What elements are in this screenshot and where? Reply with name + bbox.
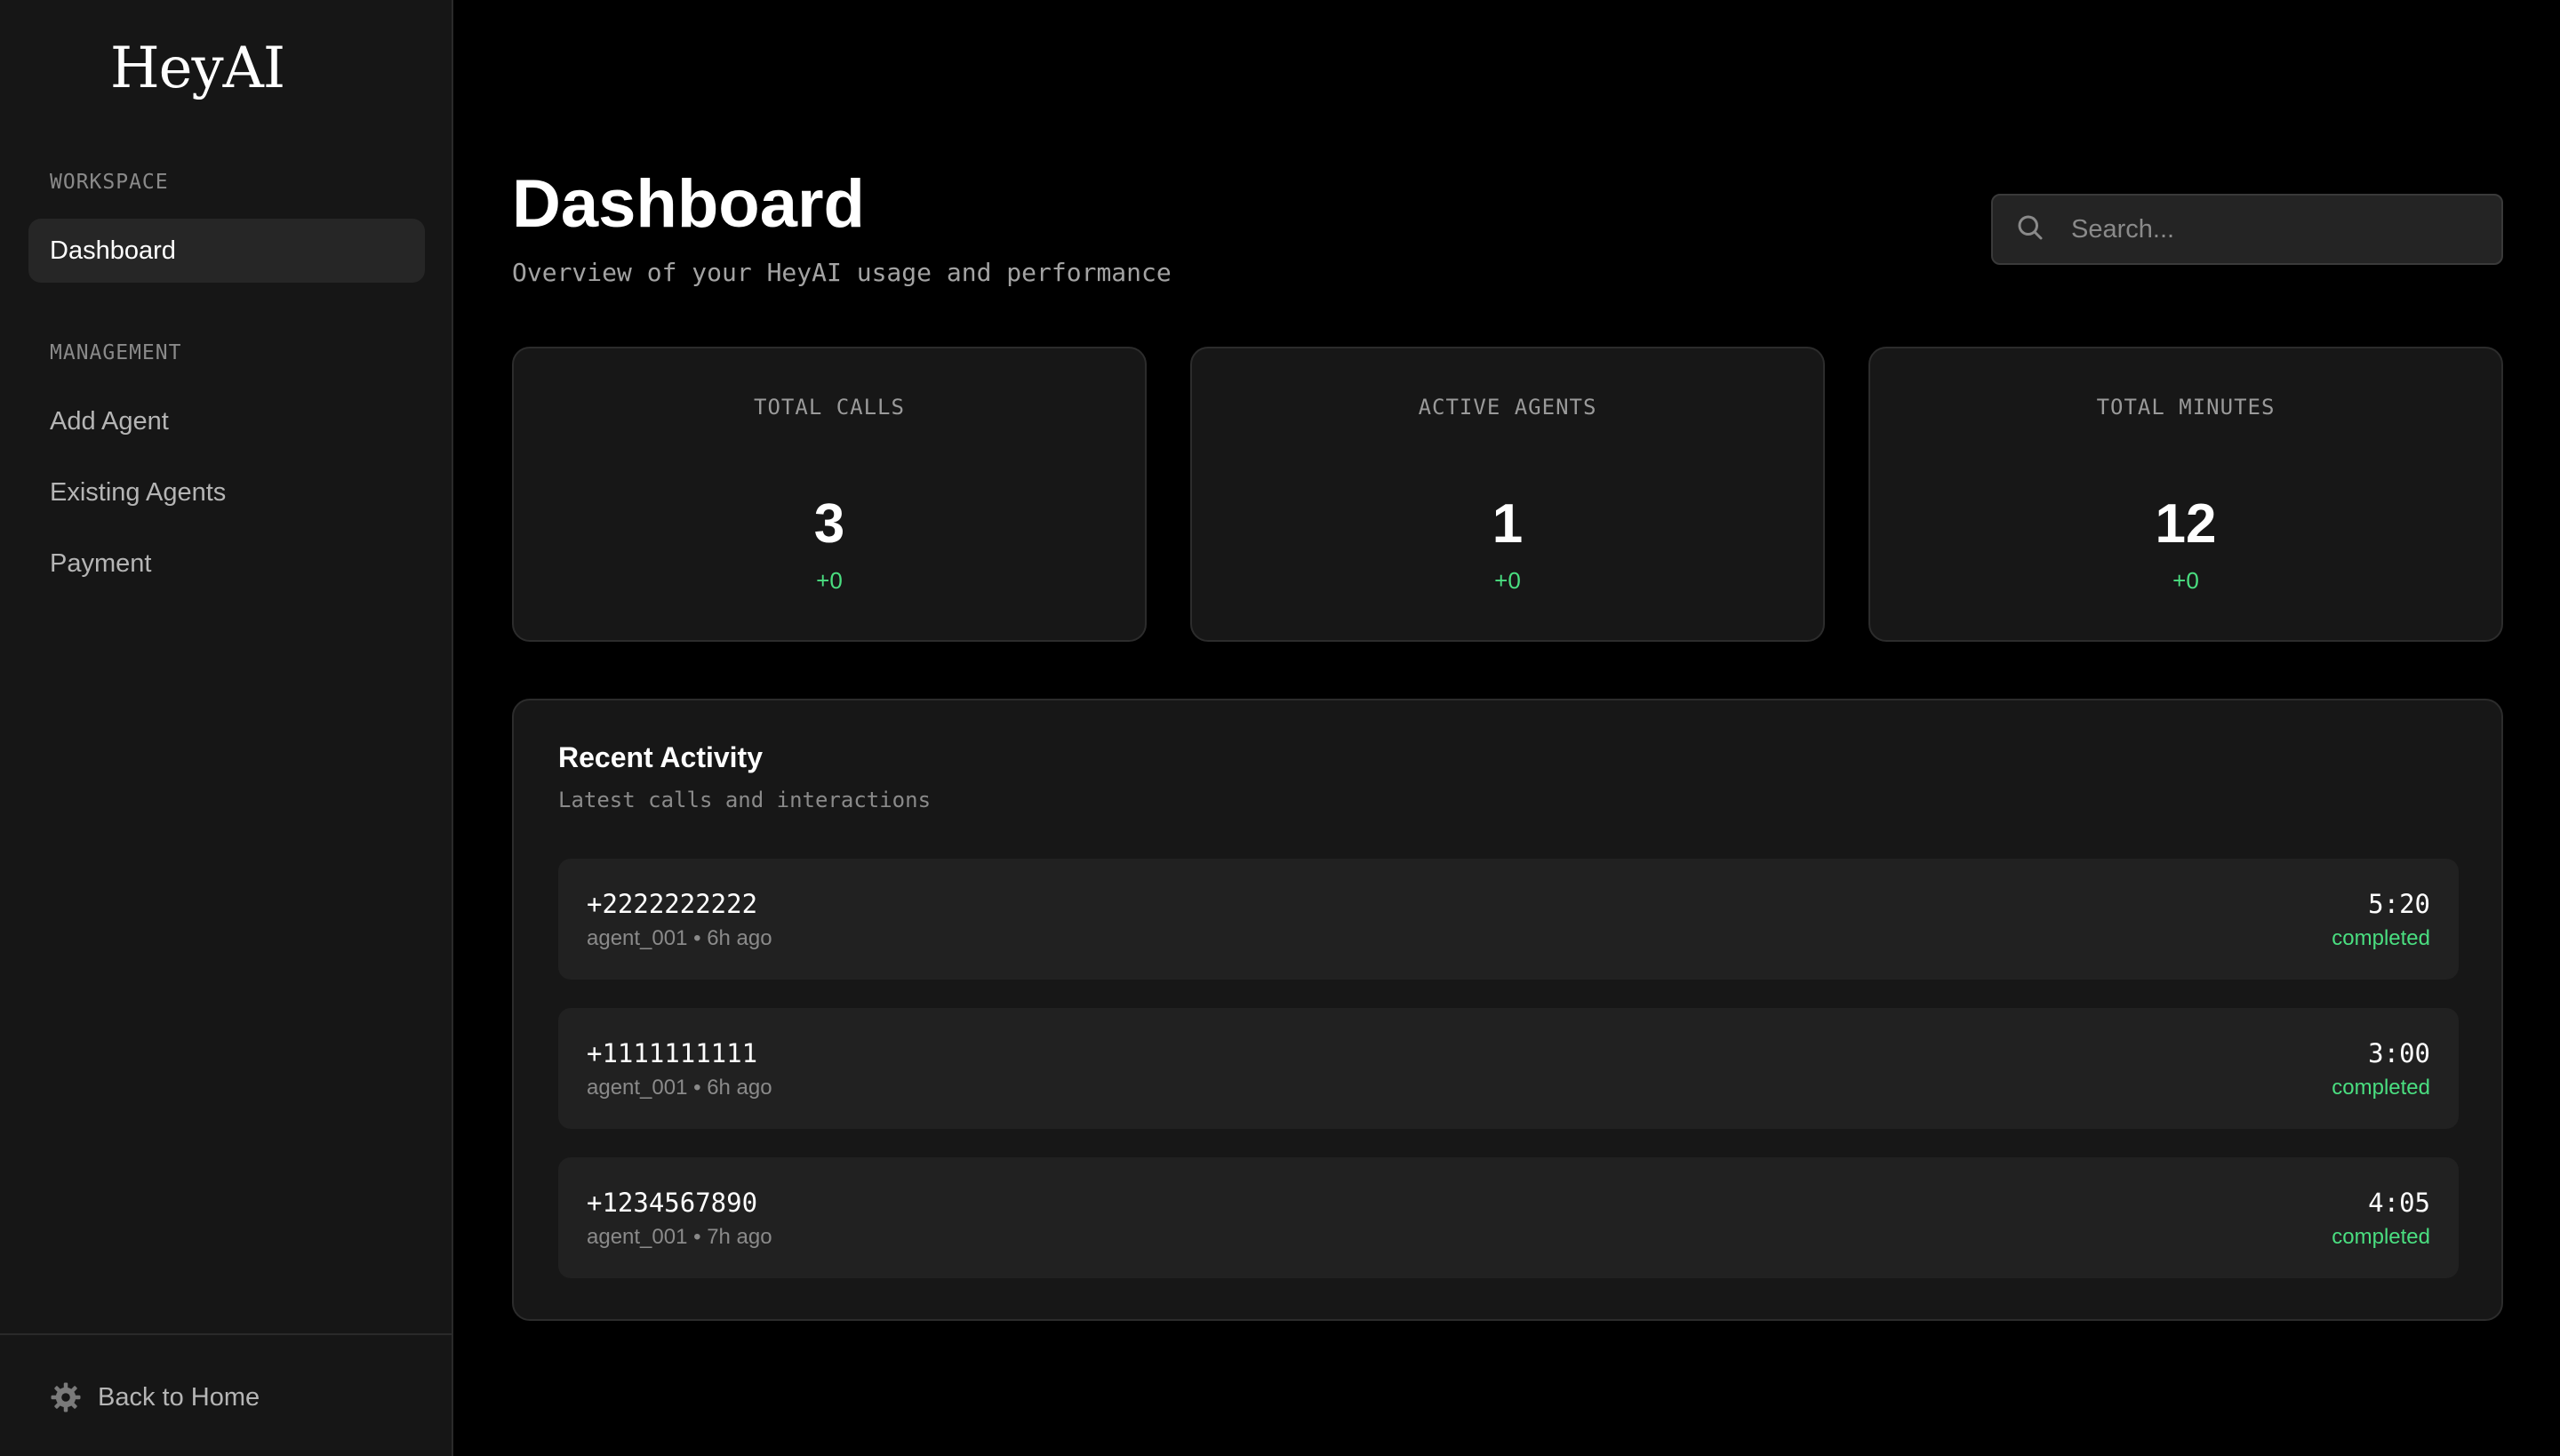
- sidebar-footer: Back to Home: [0, 1333, 452, 1456]
- call-phone-number: +1234567890: [587, 1188, 758, 1218]
- call-meta: agent_001 • 6h ago: [587, 1076, 772, 1100]
- app-logo[interactable]: HeyAI: [0, 36, 395, 101]
- stat-card-total-calls: TOTAL CALLS 3 +0: [512, 347, 1147, 642]
- stat-card-total-minutes: TOTAL MINUTES 12 +0: [1868, 347, 2503, 642]
- stat-label: TOTAL MINUTES: [2096, 395, 2276, 420]
- page-title: Dashboard: [512, 166, 865, 242]
- sidebar-item-add-agent[interactable]: Add Agent: [28, 389, 425, 453]
- stat-delta: +0: [1494, 567, 1521, 594]
- activity-row[interactable]: +2222222222 agent_001 • 6h ago 5:20 comp…: [558, 859, 2459, 980]
- stat-delta: +0: [2172, 567, 2199, 594]
- stat-label: TOTAL CALLS: [754, 395, 905, 420]
- workspace-section-label: WORKSPACE: [50, 171, 169, 194]
- call-status: completed: [2332, 1225, 2430, 1249]
- sidebar-item-existing-agents[interactable]: Existing Agents: [28, 460, 425, 524]
- search-input[interactable]: [2069, 203, 2478, 256]
- recent-activity-card: Recent Activity Latest calls and interac…: [512, 699, 2503, 1321]
- gear-icon: [50, 1381, 82, 1413]
- stat-value: 1: [1492, 493, 1524, 555]
- back-to-home-link[interactable]: Back to Home: [50, 1380, 260, 1415]
- stat-label: ACTIVE AGENTS: [1418, 395, 1597, 420]
- activity-row[interactable]: +1111111111 agent_001 • 6h ago 3:00 comp…: [558, 1008, 2459, 1129]
- management-section-label: MANAGEMENT: [50, 341, 182, 364]
- stat-card-active-agents: ACTIVE AGENTS 1 +0: [1190, 347, 1825, 642]
- call-duration: 5:20: [2368, 889, 2430, 919]
- call-duration: 3:00: [2368, 1038, 2430, 1068]
- call-phone-number: +2222222222: [587, 889, 758, 919]
- app-root: HeyAI WORKSPACE Dashboard MANAGEMENT Add…: [0, 0, 2560, 1456]
- call-meta: agent_001 • 7h ago: [587, 1225, 772, 1249]
- stat-value: 3: [813, 493, 845, 555]
- call-phone-number: +1111111111: [587, 1038, 758, 1068]
- call-status: completed: [2332, 1076, 2430, 1100]
- sidebar-item-dashboard[interactable]: Dashboard: [28, 219, 425, 283]
- search-box[interactable]: [1991, 194, 2503, 265]
- stat-value: 12: [2155, 493, 2217, 555]
- call-status: completed: [2332, 926, 2430, 950]
- sidebar-item-payment[interactable]: Payment: [28, 532, 425, 596]
- page-subtitle: Overview of your HeyAI usage and perform…: [512, 258, 1172, 287]
- back-to-home-label: Back to Home: [98, 1382, 260, 1412]
- recent-activity-subtitle: Latest calls and interactions: [558, 788, 932, 812]
- call-meta: agent_001 • 6h ago: [587, 926, 772, 950]
- activity-row[interactable]: +1234567890 agent_001 • 7h ago 4:05 comp…: [558, 1157, 2459, 1278]
- search-icon: [2014, 212, 2046, 248]
- recent-activity-title: Recent Activity: [558, 741, 763, 773]
- stat-delta: +0: [816, 567, 843, 594]
- sidebar: HeyAI WORKSPACE Dashboard MANAGEMENT Add…: [0, 0, 453, 1456]
- call-duration: 4:05: [2368, 1188, 2430, 1218]
